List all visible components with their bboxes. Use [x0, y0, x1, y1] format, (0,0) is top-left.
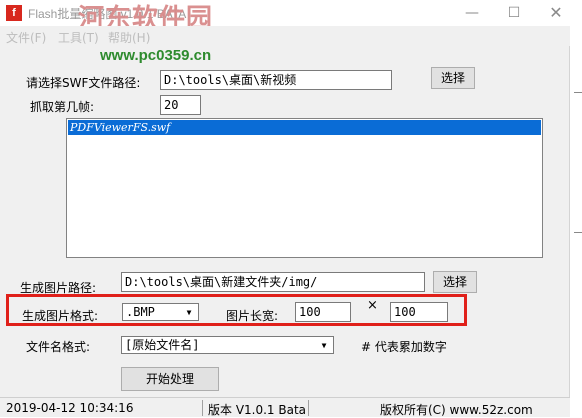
start-button[interactable]: 开始处理 — [121, 367, 219, 391]
frame-label: 抓取第几帧: — [30, 100, 95, 114]
frame-input[interactable]: 20 — [160, 95, 201, 115]
status-datetime: 2019-04-12 10:34:16 — [6, 401, 134, 415]
filename-format-label: 文件名格式: — [26, 340, 91, 354]
watermark-url: www.pc0359.cn — [100, 47, 212, 64]
background-window-edge — [570, 0, 582, 417]
maximize-button[interactable]: ☐ — [500, 3, 528, 23]
format-select-value: .BMP — [126, 305, 155, 319]
swf-path-label: 请选择SWF文件路径: — [26, 76, 141, 90]
times-symbol: × — [367, 298, 378, 313]
swf-path-input[interactable]: D:\tools\桌面\新视频 — [160, 70, 392, 90]
select-output-button[interactable]: 选择 — [433, 271, 477, 293]
title-bar[interactable]: f Flash批量缩略图 v1.0.1 BATA 河东软件园 — ☐ ✕ — [0, 0, 570, 34]
format-select[interactable]: .BMP ▼ — [122, 303, 199, 321]
status-separator — [308, 400, 309, 416]
list-item[interactable]: PDFViewerFS.swf — [68, 120, 541, 135]
dropdown-arrow-icon[interactable]: ▼ — [317, 338, 331, 354]
menu-tools[interactable]: 工具(T) — [58, 29, 99, 46]
menu-bar: 文件(F) 工具(T) 帮助(H) — [0, 26, 570, 46]
status-version: 版本 V1.0.1 Bata — [208, 403, 307, 417]
dropdown-arrow-icon[interactable]: ▼ — [182, 305, 196, 321]
format-label: 生成图片格式: — [22, 309, 99, 323]
size-label: 图片长宽: — [226, 309, 279, 323]
status-copyright: 版权所有(C) www.52z.com — [380, 403, 533, 417]
menu-help[interactable]: 帮助(H) — [108, 29, 150, 46]
select-swf-button[interactable]: 选择 — [431, 67, 475, 89]
output-path-input[interactable]: D:\tools\桌面\新建文件夹/img/ — [121, 272, 425, 292]
filename-format-select[interactable]: [原始文件名] ▼ — [121, 336, 334, 354]
main-window: f Flash批量缩略图 v1.0.1 BATA 河东软件园 — ☐ ✕ 文件(… — [0, 0, 570, 417]
filename-format-value: [原始文件名] — [125, 338, 200, 352]
width-input[interactable]: 100 — [295, 302, 351, 322]
app-flash-icon: f — [6, 5, 22, 21]
filename-hint: # 代表累加数字 — [361, 340, 447, 354]
menu-file[interactable]: 文件(F) — [6, 29, 46, 46]
height-input[interactable]: 100 — [390, 302, 448, 322]
status-bar: 2019-04-12 10:34:16 版本 V1.0.1 Bata 版权所有(… — [0, 397, 570, 417]
status-separator — [202, 400, 203, 416]
close-button[interactable]: ✕ — [542, 3, 570, 23]
minimize-button[interactable]: — — [458, 3, 486, 23]
swf-file-list[interactable]: PDFViewerFS.swf — [66, 118, 543, 258]
